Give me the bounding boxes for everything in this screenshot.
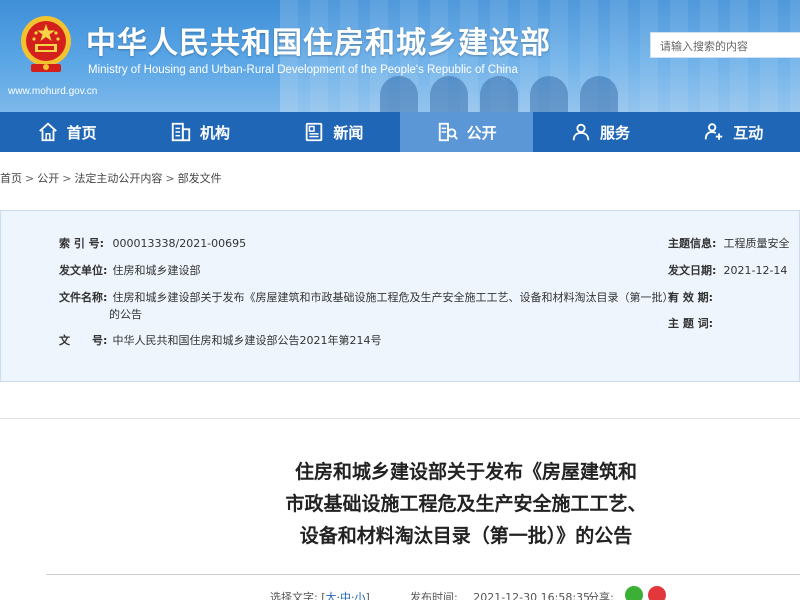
publish-time: 发布时间: 2021-12-30 16:58:35 xyxy=(410,589,590,600)
meta-index-number: 索 引 号: 000013338/2021-00695 xyxy=(59,235,246,251)
disclosure-icon xyxy=(438,122,458,142)
nav-label: 机构 xyxy=(199,123,230,142)
nav-item-disclosure[interactable]: 公开 xyxy=(399,112,534,152)
meta-label: 索 引 号: xyxy=(59,237,105,250)
meta-subject-words: 主 题 词: xyxy=(668,315,720,331)
service-icon xyxy=(572,123,590,141)
nav-label: 互动 xyxy=(733,123,764,142)
article-title-line: 设备和材料淘汰目录（第一批）》的公告 xyxy=(299,525,633,547)
meta-label: 文 号: xyxy=(59,334,108,347)
header-arch xyxy=(580,76,618,112)
article-title-line: 住房和城乡建设部关于发布《房屋建筑和 xyxy=(294,461,637,483)
meta-file-name: 文件名称: 住房和城乡建设部关于发布《房屋建筑和市政基础设施工程危及生产安全施工… xyxy=(59,289,679,305)
nav-label: 首页 xyxy=(66,123,97,142)
article-title-line: 市政基础设施工程危及生产安全施工工艺、 xyxy=(285,493,647,515)
publish-time-label: 发布时间: xyxy=(410,591,458,600)
breadcrumb-ministry-documents[interactable]: 部发文件 xyxy=(178,172,222,185)
publish-time-value: 2021-12-30 16:58:35 xyxy=(473,591,591,600)
nav-item-home[interactable]: 首页 xyxy=(0,112,133,152)
breadcrumb: 首页 > 公开 > 法定主动公开内容 > 部发文件 xyxy=(0,170,222,186)
weibo-share-icon[interactable] xyxy=(648,586,666,600)
meta-issuing-unit: 发文单位: 住房和城乡建设部 xyxy=(59,262,201,278)
meta-label: 文件名称: xyxy=(59,291,108,304)
meta-label: 有 效 期: xyxy=(668,291,714,304)
breadcrumb-separator: > xyxy=(62,172,72,185)
site-header: 中华人民共和国住房和城乡建设部 Ministry of Housing and … xyxy=(0,0,800,112)
font-size-small[interactable]: 小 xyxy=(355,591,366,600)
breadcrumb-home[interactable]: 首页 xyxy=(0,172,22,185)
meta-document-number: 文 号: 中华人民共和国住房和城乡建设部公告2021年第214号 xyxy=(59,332,382,348)
header-arch xyxy=(480,76,518,112)
interaction-icon xyxy=(705,123,723,140)
font-size-selector: 选择文字: [大·中·小] xyxy=(270,589,370,600)
meta-validity: 有 效 期: xyxy=(668,289,720,305)
nav-item-interaction[interactable]: 互动 xyxy=(667,112,800,152)
meta-topic-info: 主题信息: 工程质量安全 xyxy=(668,235,790,251)
wechat-share-icon[interactable] xyxy=(625,586,643,600)
meta-file-name-cont: 的公告 xyxy=(109,306,142,322)
search-input[interactable]: 请输入搜索的内容 xyxy=(650,32,800,58)
meta-label: 主题信息: xyxy=(668,237,717,250)
breadcrumb-separator: > xyxy=(165,172,175,185)
meta-value: 的公告 xyxy=(109,308,142,321)
nav-label: 服务 xyxy=(599,123,630,142)
font-size-label: 选择文字: xyxy=(270,591,318,600)
header-arch xyxy=(530,76,568,112)
font-size-large[interactable]: 大 xyxy=(326,591,337,600)
nav-label: 新闻 xyxy=(333,123,364,142)
meta-value: 住房和城乡建设部关于发布《房屋建筑和市政基础设施工程危及生产安全施工工艺、设备和… xyxy=(112,291,680,304)
national-emblem-icon[interactable] xyxy=(18,14,74,74)
building-icon xyxy=(171,122,191,142)
meta-label: 主 题 词: xyxy=(668,317,714,330)
article-title: 住房和城乡建设部关于发布《房屋建筑和 市政基础设施工程危及生产安全施工工艺、 设… xyxy=(246,456,686,552)
site-title[interactable]: 中华人民共和国住房和城乡建设部 xyxy=(86,18,551,62)
nav-item-news[interactable]: 新闻 xyxy=(267,112,400,152)
header-arch xyxy=(430,76,468,112)
main-nav: 首页 机构 新闻 公开 服务 互动 xyxy=(0,112,800,152)
home-icon xyxy=(38,122,57,142)
document-metadata: 索 引 号: 000013338/2021-00695 发文单位: 住房和城乡建… xyxy=(0,210,800,382)
meta-issue-date: 发文日期: 2021-12-14 xyxy=(668,262,787,278)
nav-item-service[interactable]: 服务 xyxy=(533,112,666,152)
site-url: www.mohurd.gov.cn xyxy=(8,86,98,97)
nav-item-institutions[interactable]: 机构 xyxy=(133,112,266,152)
meta-value: 000013338/2021-00695 xyxy=(112,237,247,250)
meta-value: 中华人民共和国住房和城乡建设部公告2021年第214号 xyxy=(112,334,382,347)
meta-value: 工程质量安全 xyxy=(723,237,790,250)
news-icon xyxy=(306,122,323,142)
font-size-medium[interactable]: 中 xyxy=(340,591,351,600)
site-title-english: Ministry of Housing and Urban-Rural Deve… xyxy=(88,64,518,76)
meta-value: 住房和城乡建设部 xyxy=(112,264,201,277)
breadcrumb-separator: > xyxy=(25,172,35,185)
meta-label: 发文单位: xyxy=(59,264,108,277)
breadcrumb-disclosure[interactable]: 公开 xyxy=(37,172,59,185)
meta-value: 2021-12-14 xyxy=(723,264,788,277)
font-size-options: [大·中·小] xyxy=(321,591,370,600)
share-label: 分享: xyxy=(588,591,614,600)
breadcrumb-statutory-content[interactable]: 法定主动公开内容 xyxy=(74,172,162,185)
meta-label: 发文日期: xyxy=(668,264,717,277)
header-arch xyxy=(380,76,418,112)
nav-label: 公开 xyxy=(466,123,497,142)
article-divider xyxy=(46,574,800,575)
